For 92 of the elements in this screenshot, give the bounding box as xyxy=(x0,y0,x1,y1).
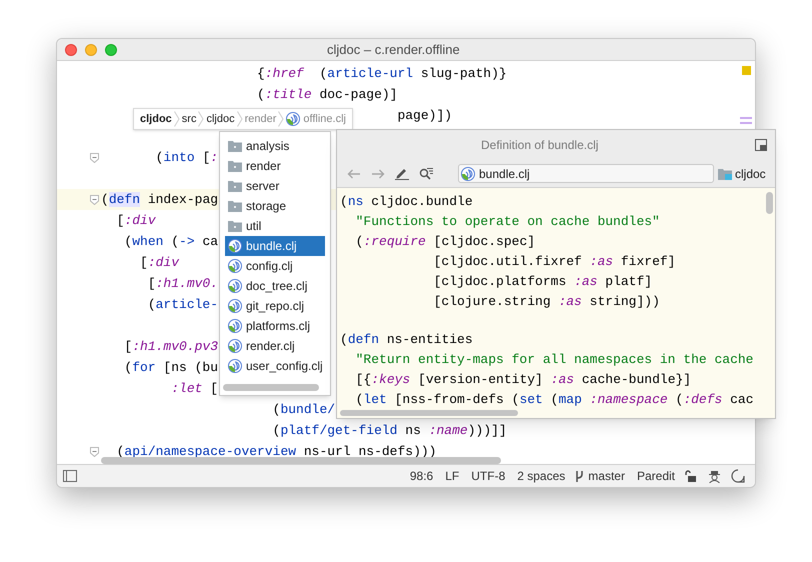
file-type-icon xyxy=(461,166,475,180)
code-line: (into [: xyxy=(156,150,218,165)
module-name: cljdoc xyxy=(735,166,766,182)
menu-item[interactable]: render xyxy=(225,156,325,176)
restore-icon[interactable] xyxy=(755,139,767,151)
code-line: [:h1.mv0. xyxy=(148,276,218,291)
code-line: [cljdoc.platforms :as platf] xyxy=(434,274,652,289)
file-encoding[interactable]: UTF-8 xyxy=(471,467,506,485)
scrollbar[interactable] xyxy=(766,192,772,214)
find-usages-icon[interactable] xyxy=(419,167,434,180)
folder-icon xyxy=(228,220,242,232)
breadcrumb-item[interactable]: src xyxy=(182,110,196,128)
scrollbar[interactable] xyxy=(101,457,501,464)
code-line: (platf/get-field ns :name)))]] xyxy=(272,423,507,438)
code-line: {:href (article-url slug-path)} xyxy=(257,66,507,81)
fold-marker-icon[interactable] xyxy=(90,194,99,204)
breadcrumb-item[interactable]: cljdoc xyxy=(206,110,235,128)
code-line: (:title doc-page)] xyxy=(257,87,398,102)
chevron-icon xyxy=(236,111,243,127)
edit-icon[interactable] xyxy=(395,167,409,180)
menu-item[interactable]: platforms.clj xyxy=(225,316,325,336)
menu-item[interactable]: config.clj xyxy=(225,256,325,276)
scrollbar[interactable] xyxy=(340,410,518,416)
unlocked-icon[interactable] xyxy=(685,470,696,482)
window-title: cljdoc – c.render.offline xyxy=(327,40,460,59)
hat-figure-icon[interactable] xyxy=(708,470,721,482)
code-line: (bundle/ xyxy=(272,402,336,417)
code-line: :let [ xyxy=(171,381,218,396)
branch-icon xyxy=(575,470,584,482)
menu-item[interactable]: render.clj xyxy=(225,336,325,356)
menu-item[interactable]: user_config.clj xyxy=(225,356,325,376)
code-line: [:h1.mv0.pv3 xyxy=(124,339,218,354)
code-line: [clojure.string :as string])) xyxy=(434,294,660,309)
indent-setting[interactable]: 2 spaces xyxy=(517,467,566,485)
file-type-icon xyxy=(228,259,242,273)
code-line: (when (-> ca xyxy=(124,234,218,249)
menu-item[interactable]: analysis xyxy=(225,136,325,156)
code-line: (defn index-pag xyxy=(101,192,218,207)
folder-icon xyxy=(228,200,242,212)
chevron-icon xyxy=(278,111,284,127)
code-line: "Return entity-maps for all namespaces in the cache xyxy=(356,352,754,367)
fold-marker-icon[interactable] xyxy=(90,152,99,162)
code-line: [:div xyxy=(116,213,156,228)
zoom-button[interactable] xyxy=(105,44,117,56)
code-line: [cljdoc.util.fixref :as fixref] xyxy=(434,254,676,269)
menu-item[interactable]: util xyxy=(225,216,325,236)
code-line: (defn ns-entities xyxy=(340,332,473,347)
menu-item[interactable]: server xyxy=(225,176,325,196)
module-folder-icon xyxy=(718,168,732,180)
change-marker xyxy=(740,117,752,124)
code-line: (:require [cljdoc.spec] xyxy=(356,234,536,249)
close-button[interactable] xyxy=(65,44,77,56)
code-line: (ns cljdoc.bundle xyxy=(340,194,473,209)
breadcrumb-item[interactable]: cljdoc xyxy=(140,110,172,128)
file-type-icon xyxy=(228,239,242,253)
fold-marker-icon[interactable] xyxy=(90,446,99,456)
code-line: (let [nss-from-defs (set (map :namespace (:defs cac xyxy=(356,392,754,407)
code-line: (for [ns (bu xyxy=(124,360,218,375)
chevron-icon xyxy=(198,111,204,127)
menu-item[interactable]: bundle.clj xyxy=(225,236,325,256)
editing-mode[interactable]: Paredit xyxy=(636,467,675,485)
cursor-position[interactable]: 98:6 xyxy=(410,467,434,485)
folder-icon xyxy=(228,140,242,152)
forward-arrow-icon[interactable] xyxy=(371,168,385,178)
menu-item[interactable]: doc_tree.clj xyxy=(225,276,325,296)
warning-marker xyxy=(742,66,751,75)
panel-layout-icon[interactable] xyxy=(63,470,77,482)
code-line: [:div xyxy=(140,255,180,270)
speech-bubble-icon[interactable] xyxy=(731,469,745,483)
file-type-icon xyxy=(228,359,242,373)
chevron-icon xyxy=(174,111,180,127)
folder-icon xyxy=(228,180,242,192)
file-path-field[interactable]: bundle.clj xyxy=(458,164,714,183)
popup-title: Definition of bundle.clj xyxy=(481,137,598,154)
minimize-button[interactable] xyxy=(85,44,97,56)
code-line: [{:keys [version-entity] :as cache-bundle}] xyxy=(356,372,692,387)
file-type-icon xyxy=(228,339,242,353)
file-type-icon xyxy=(228,319,242,333)
menu-item[interactable]: storage xyxy=(225,196,325,216)
menu-item[interactable]: git_repo.clj xyxy=(225,296,325,316)
code-line: (article- xyxy=(148,297,218,312)
file-type-icon xyxy=(228,299,242,313)
file-type-icon xyxy=(286,112,300,126)
folder-icon xyxy=(228,160,242,172)
file-type-icon xyxy=(228,279,242,293)
line-ending[interactable]: LF xyxy=(445,467,460,485)
code-line: (api/namespace-overview ns-url ns-defs))) xyxy=(116,444,436,459)
scrollbar[interactable] xyxy=(223,384,319,391)
back-arrow-icon[interactable] xyxy=(347,168,361,178)
code-line: "Functions to operate on cache bundles" xyxy=(356,214,660,229)
git-branch[interactable]: master xyxy=(588,467,625,485)
code-line: page)]) xyxy=(397,108,452,123)
